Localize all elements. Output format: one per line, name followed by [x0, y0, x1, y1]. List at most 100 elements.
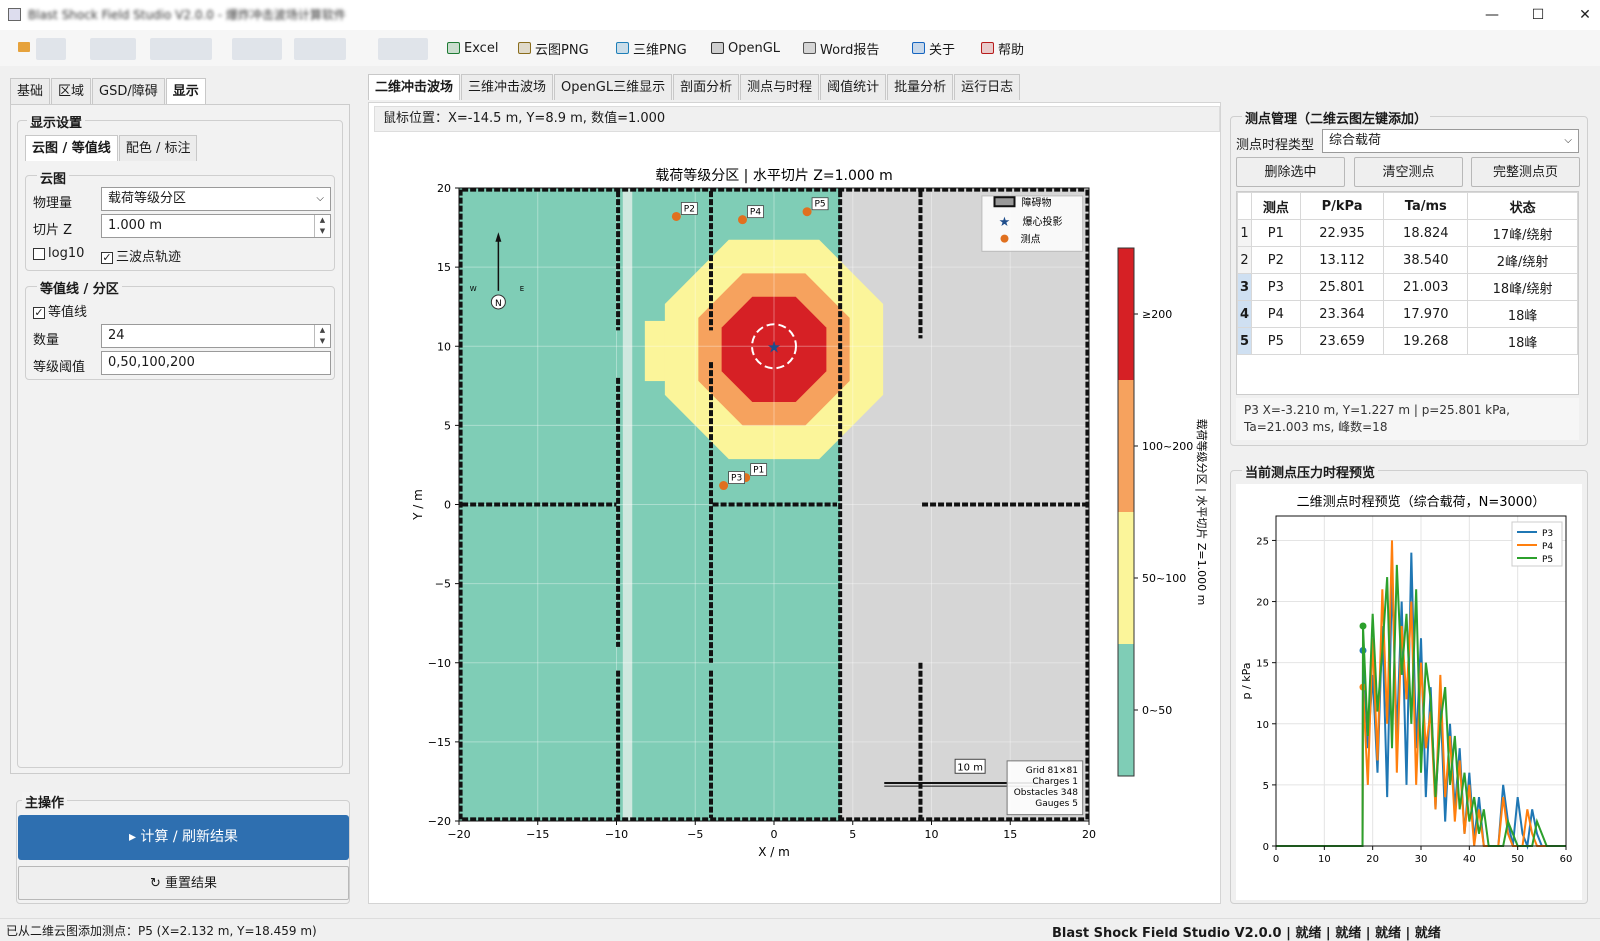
status-message: 已从二维云图添加测点：P5 (X=2.132 m, Y=18.459 m) [6, 924, 317, 938]
gauge-management-title: 测点管理（二维云图左键添加） [1242, 108, 1431, 127]
center-tab[interactable]: 三维冲击波场 [461, 74, 554, 100]
toolbar-button-globe[interactable]: 三维PNG [616, 30, 687, 66]
toolbar-blurred-item[interactable] [90, 38, 136, 60]
table-row[interactable]: 2 P2 13.112 38.540 2峰/绕射 [1237, 246, 1578, 274]
toolbar-button-excel[interactable]: Excel [447, 30, 498, 66]
cloud-group-title: 云图 [37, 168, 70, 187]
left-tab[interactable]: 显示 [165, 78, 206, 104]
y-tick-label: −5 [435, 578, 451, 591]
y-tick-label: 15 [437, 261, 451, 274]
quantity-value: 载荷等级分区 [108, 191, 187, 206]
reset-button[interactable]: ↻ 重置结果 [18, 866, 349, 900]
folder-icon[interactable] [18, 42, 30, 52]
gauge-label: P5 [814, 200, 825, 210]
gauge-point[interactable] [719, 481, 729, 491]
clear-gauges-button[interactable]: 清空测点 [1354, 157, 1463, 187]
compute-button[interactable]: ▸ 计算 / 刷新结果 [18, 815, 349, 860]
toolbar-label: 帮助 [998, 42, 1025, 58]
minimize-button[interactable]: — [1469, 0, 1515, 30]
toolbar-button-image[interactable]: 云图PNG [518, 30, 589, 66]
center-tab[interactable]: 运行日志 [954, 74, 1021, 100]
spinner-arrows-icon[interactable]: ▲ ▼ [314, 325, 330, 347]
toolbar-blurred-item[interactable] [378, 38, 428, 60]
y-tick-label: 20 [437, 182, 451, 195]
center-tab[interactable]: 测点与时程 [740, 74, 820, 100]
table-cell: P2 [1251, 246, 1301, 274]
legend-gauge-swatch [1000, 234, 1009, 243]
table-row[interactable]: 5 P5 23.659 19.268 18峰 [1237, 327, 1578, 355]
maximize-button[interactable]: ☐ [1515, 0, 1561, 30]
center-tab[interactable]: 剖面分析 [673, 74, 740, 100]
count-input[interactable]: 24 ▲ ▼ [101, 324, 331, 348]
center-tab[interactable]: 批量分析 [887, 74, 954, 100]
slice-z-input[interactable]: 1.000 m ▲ ▼ [101, 214, 331, 238]
legend-obstacle-swatch [993, 196, 1016, 208]
grid-info-line: Gauges 5 [1035, 799, 1078, 809]
table-header-row: 测点 P/kPa Ta/ms 状态 [1237, 192, 1578, 220]
display-tab[interactable]: 配色 / 标注 [118, 135, 198, 161]
colorbar-segment [1118, 512, 1134, 644]
display-tab[interactable]: 云图 / 等值线 [25, 135, 118, 161]
gauge-point[interactable] [671, 211, 681, 221]
y-axis-label: Y / m [411, 489, 425, 521]
table-cell: 23.659 [1299, 327, 1385, 355]
left-tab[interactable]: 区域 [51, 78, 92, 104]
delete-selected-button[interactable]: 删除选中 [1236, 157, 1345, 187]
colorbar-label: 50~100 [1142, 572, 1186, 585]
colorbar-label: 100~200 [1142, 440, 1193, 453]
y-tick-label: 5 [1263, 781, 1269, 792]
table-row[interactable]: 3 P3 25.801 21.003 18峰/绕射 [1237, 273, 1578, 301]
x-tick-label: 0 [771, 828, 778, 841]
status-bar: 已从二维云图添加测点：P5 (X=2.132 m, Y=18.459 m) Bl… [0, 918, 1600, 941]
x-tick-label: 40 [1463, 854, 1476, 865]
toolbar-blurred-item[interactable] [294, 38, 346, 60]
x-tick-label: 15 [1003, 828, 1017, 841]
table-row[interactable]: 1 P1 22.935 18.824 17峰/绕射 [1237, 219, 1578, 247]
threshold-input[interactable]: 0,50,100,200 [101, 351, 331, 375]
center-tab[interactable]: 二维冲击波场 [368, 74, 461, 100]
toolbar-label: 云图PNG [535, 42, 589, 58]
globe-icon [616, 42, 629, 54]
type-select[interactable]: 综合载荷 ⌵ [1322, 129, 1579, 153]
type-value: 综合载荷 [1329, 133, 1382, 148]
row-number: 5 [1237, 327, 1252, 355]
spinner-arrows-icon[interactable]: ▲ ▼ [314, 215, 330, 237]
toolbar-blurred-item[interactable] [150, 38, 212, 60]
table-cell: P1 [1251, 219, 1301, 247]
gauge-point[interactable] [802, 207, 812, 217]
center-tab[interactable]: OpenGL三维显示 [554, 74, 673, 100]
gauge-point[interactable] [738, 215, 747, 225]
table-row[interactable]: 4 P4 23.364 17.970 18峰 [1237, 300, 1578, 328]
gauge-table: 测点 P/kPa Ta/ms 状态 1 P1 22.935 18.824 17峰/绕射 2 P2 13… [1237, 192, 1578, 355]
contour-label: 等值线 [48, 305, 88, 320]
load-zone-heatmap[interactable]: 载荷等级分区 | 水平切片 Z=1.000 m ★ P1 P2 P3 P4 P5 N W E 障碍物… [374, 136, 1220, 898]
left-tab[interactable]: 基础 [10, 78, 51, 104]
table-cell: 23.364 [1299, 300, 1385, 328]
y-tick-label: 10 [437, 340, 451, 353]
column-header: P/kPa [1299, 192, 1385, 220]
toolbar-button-info[interactable]: 关于 [912, 30, 955, 66]
mouse-position: 鼠标位置：X=-14.5 m, Y=8.9 m, 数值=1.000 [374, 106, 1220, 132]
full-gauge-page-button[interactable]: 完整测点页 [1471, 157, 1580, 187]
trace-checkbox[interactable]: ✓ 三波点轨迹 [101, 246, 181, 265]
close-button[interactable]: ✕ [1562, 0, 1600, 30]
toolbar-blurred-item[interactable] [36, 38, 66, 60]
toolbar-button-help[interactable]: 帮助 [981, 30, 1024, 66]
slice-z-value: 1.000 m [108, 218, 163, 233]
x-tick-label: −10 [605, 828, 628, 841]
toolbar-button-camera[interactable]: OpenGL [711, 30, 780, 66]
table-cell: 18.824 [1383, 219, 1469, 247]
toolbar-blurred-item[interactable] [232, 38, 282, 60]
contour-checkbox[interactable]: ✓ 等值线 [33, 301, 87, 320]
toolbar-button-document[interactable]: Word报告 [803, 30, 879, 66]
row-header [1237, 192, 1252, 220]
pressure-timeline-chart[interactable]: 二维测点时程预览（综合载荷，N=3000）0 10 20 30 40 50 60252015… [1236, 484, 1582, 900]
left-tab[interactable]: GSD/障碍 [92, 78, 165, 104]
log10-checkbox[interactable]: log10 [33, 246, 84, 261]
x-tick-label: 5 [849, 828, 856, 841]
center-tab[interactable]: 阈值统计 [820, 74, 887, 100]
app-icon [8, 8, 21, 21]
quantity-select[interactable]: 载荷等级分区 ⌵ [101, 187, 331, 211]
table-cell: 22.935 [1299, 219, 1385, 247]
compass-n-label: N [495, 299, 502, 309]
